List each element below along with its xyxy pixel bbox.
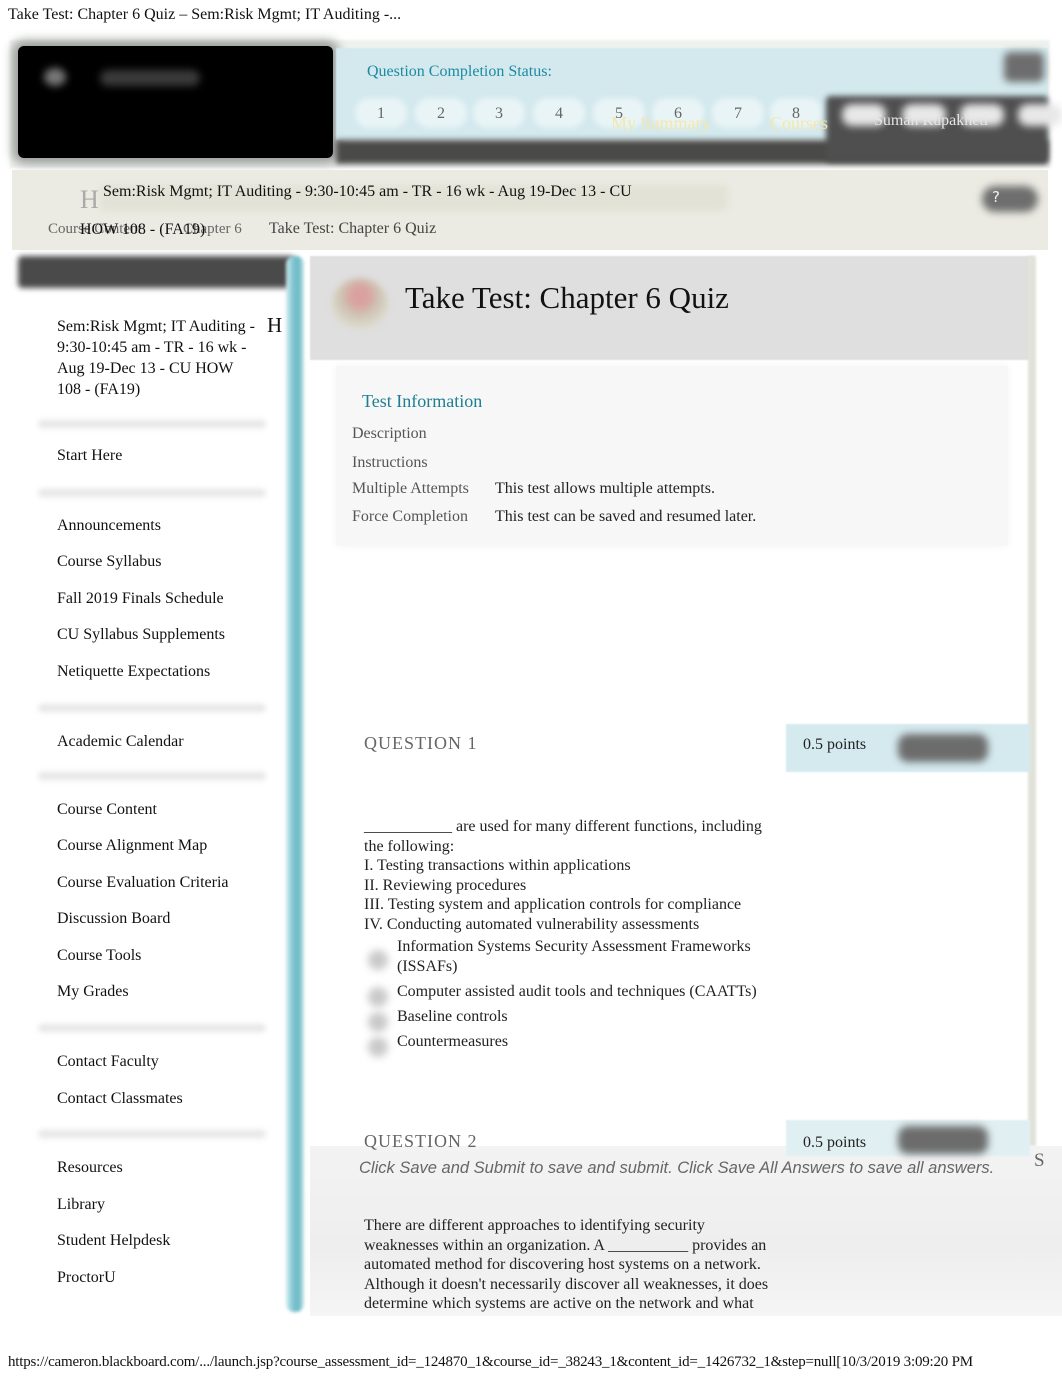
sidebar-item-announcements[interactable]: Announcements [57, 517, 161, 535]
answer-radio-1[interactable] [368, 950, 388, 970]
question-2-title: QUESTION 2 [364, 1131, 478, 1151]
logo-icon [44, 68, 66, 86]
sidebar-item-proctoru[interactable]: ProctorU [57, 1269, 116, 1287]
question-2-text-line: automated method for discovering host sy… [364, 1256, 761, 1274]
answer-radio-2[interactable] [368, 987, 388, 1007]
question-1-points: 0.5 points [803, 736, 867, 753]
test-information-heading: Test Information [362, 391, 483, 411]
question-2-text-line: There are different approaches to identi… [364, 1217, 705, 1234]
sidebar-item-resources[interactable]: Resources [57, 1159, 123, 1177]
sidebar-divider [38, 772, 266, 780]
content-border [1028, 256, 1036, 1146]
sidebar-item-academic-calendar[interactable]: Academic Calendar [57, 733, 184, 751]
sidebar-item-finals-schedule[interactable]: Fall 2019 Finals Schedule [57, 590, 224, 608]
question-1-text-line: the following: [364, 837, 455, 855]
sidebar-divider [38, 704, 266, 712]
question-2-text-line: weaknesses within an organization. A ___… [364, 1236, 767, 1254]
info-label-multiple-attempts: Multiple Attempts [352, 480, 469, 497]
answer-option-4[interactable]: Countermeasures [397, 1032, 787, 1052]
sidebar-item-netiquette[interactable]: Netiquette Expectations [57, 663, 210, 681]
question-nav-3[interactable]: 3 [479, 105, 519, 123]
sidebar-item-discussion-board[interactable]: Discussion Board [57, 910, 170, 928]
question-1-save-answer-button[interactable] [898, 734, 988, 762]
sidebar-home-icon[interactable]: H [267, 313, 282, 338]
answer-option-3[interactable]: Baseline controls [397, 1007, 787, 1027]
sidebar-divider [38, 1024, 266, 1032]
submit-instructions: Click Save and Submit to save and submit… [359, 1159, 995, 1177]
nav-my-summary-link[interactable]: My Summary [611, 113, 711, 134]
user-name-link[interactable]: Suman Rupakheti [874, 112, 988, 130]
breadcrumb-current-page: Take Test: Chapter 6 Quiz [269, 220, 437, 237]
sidebar-divider [38, 420, 266, 428]
sidebar-item-contact-classmates[interactable]: Contact Classmates [57, 1090, 183, 1108]
document-title: Take Test: Chapter 6 Quiz – Sem:Risk Mgm… [8, 6, 402, 23]
question-2-save-answer-button[interactable] [898, 1126, 988, 1154]
question-1-text-line: IV. Conducting automated vulnerability a… [364, 915, 700, 933]
save-and-submit-button[interactable]: S [1034, 1150, 1045, 1172]
sidebar-item-library[interactable]: Library [57, 1196, 105, 1214]
help-icon[interactable]: ? [992, 188, 1000, 206]
answer-radio-3[interactable] [368, 1012, 388, 1032]
question-2-text: There are different approaches to identi… [364, 1216, 794, 1314]
question-nav-1[interactable]: 1 [361, 105, 401, 123]
answer-option-1[interactable]: Information Systems Security Assessment … [397, 937, 787, 977]
sidebar-divider [38, 489, 266, 497]
course-menu-toolbar[interactable] [18, 256, 294, 288]
sidebar-item-course-evaluation-criteria[interactable]: Course Evaluation Criteria [57, 874, 229, 892]
question-2-text-line: determine which systems are active on th… [364, 1295, 754, 1313]
question-2-points: 0.5 points [803, 1134, 867, 1151]
info-label-description: Description [352, 425, 427, 442]
nav-courses-link[interactable]: Courses [770, 113, 828, 134]
sidebar-divider [38, 1130, 266, 1138]
sidebar-item-start-here[interactable]: Start Here [57, 447, 122, 465]
question-nav-7[interactable]: 7 [718, 105, 758, 123]
sidebar-item-course-tools[interactable]: Course Tools [57, 947, 141, 965]
brand-logo-area[interactable] [18, 46, 333, 158]
info-value-multiple-attempts: This test allows multiple attempts. [495, 480, 715, 497]
completion-status-label: Question Completion Status: [367, 63, 552, 80]
home-icon[interactable]: H [80, 185, 99, 215]
course-menu-collapse-handle[interactable] [286, 256, 304, 1312]
sidebar-course-name[interactable]: Sem:Risk Mgmt; IT Auditing - 9:30-10:45 … [57, 316, 257, 400]
help-button[interactable] [982, 186, 1038, 212]
course-title-line-2: HOW 108 - (FA19) [80, 221, 206, 238]
logo-wordmark [100, 70, 200, 86]
sidebar-item-course-alignment-map[interactable]: Course Alignment Map [57, 837, 207, 855]
question-1-text-line: II. Reviewing procedures [364, 876, 527, 894]
answer-option-2[interactable]: Computer assisted audit tools and techni… [397, 982, 787, 1002]
info-label-instructions: Instructions [352, 454, 428, 471]
question-1-text: ___________ are used for many different … [364, 817, 794, 935]
question-1-text-line: III. Testing system and application cont… [364, 896, 742, 914]
question-nav-4[interactable]: 4 [539, 105, 579, 123]
sidebar-item-course-syllabus[interactable]: Course Syllabus [57, 553, 161, 571]
question-1-title: QUESTION 1 [364, 733, 478, 753]
sidebar-item-contact-faculty[interactable]: Contact Faculty [57, 1053, 159, 1071]
info-label-force-completion: Force Completion [352, 508, 468, 525]
user-toolbar-button[interactable] [1018, 104, 1062, 126]
page-title: Take Test: Chapter 6 Quiz [405, 280, 729, 315]
question-2-text-line: Although it doesn't necessarily discover… [364, 1275, 769, 1293]
sidebar-item-my-grades[interactable]: My Grades [57, 983, 129, 1001]
page-url-footer: https://cameron.blackboard.com/.../launc… [8, 1354, 973, 1370]
sidebar-item-syllabus-supplements[interactable]: CU Syllabus Supplements [57, 626, 225, 644]
question-1-text-line: I. Testing transactions within applicati… [364, 857, 631, 875]
sidebar-item-student-helpdesk[interactable]: Student Helpdesk [57, 1232, 170, 1250]
course-title-line-1: Sem:Risk Mgmt; IT Auditing - 9:30-10:45 … [103, 183, 632, 200]
info-value-force-completion: This test can be saved and resumed later… [495, 508, 757, 525]
header-corner-button[interactable] [1004, 52, 1044, 82]
question-nav-2[interactable]: 2 [421, 105, 461, 123]
test-icon [332, 278, 388, 330]
sidebar-item-course-content[interactable]: Course Content [57, 801, 157, 819]
answer-radio-4[interactable] [368, 1037, 388, 1057]
question-1-text-line: ___________ are used for many different … [364, 818, 762, 835]
